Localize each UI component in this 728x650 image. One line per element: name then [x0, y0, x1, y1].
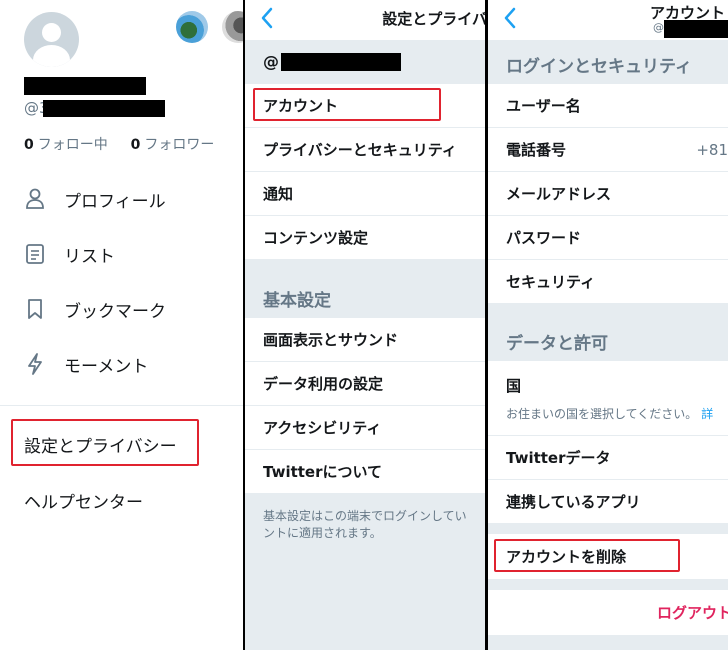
redacted-handle: [664, 20, 728, 38]
basic-settings-note: 基本設定はこの端末でログインしてい ントに適用されます。: [263, 509, 467, 540]
following-stat[interactable]: 0 フォロー中: [24, 137, 108, 153]
other-account-avatar[interactable]: [222, 11, 243, 43]
highlight-box: [494, 539, 680, 572]
account-item-twitter-data[interactable]: Twitterデータ: [488, 436, 728, 480]
help-center-link[interactable]: ヘルプセンター: [24, 488, 143, 513]
side-menu-panel: @3 0 フォロー中 0 フォロワー プロフィール リスト ブックマーク モーメント…: [0, 0, 243, 650]
bookmark-icon: [24, 298, 46, 320]
section-header-data: データと許可: [506, 334, 608, 354]
settings-item-notifications[interactable]: 通知: [245, 172, 485, 216]
settings-panel: 設定とプライバ @ アカウント プライバシーとセキュリティ 通知 コンテンツ設定…: [245, 0, 485, 650]
account-item-password[interactable]: パスワード: [488, 216, 728, 260]
followers-stat[interactable]: 0 フォロワー: [131, 137, 215, 153]
menu-item-profile[interactable]: プロフィール: [24, 185, 166, 213]
lightning-icon: [24, 353, 46, 375]
section-header-login: ログインとセキュリティ: [506, 57, 692, 77]
account-panel: アカウント @ ログインとセキュリティ ユーザー名 電話番号 +81 メールアド…: [488, 0, 728, 650]
back-chevron-icon[interactable]: [502, 6, 518, 30]
settings-item-privacy[interactable]: プライバシーとセキュリティ: [245, 128, 485, 172]
highlight-box: [253, 88, 441, 121]
logout-button[interactable]: ログアウト: [488, 590, 728, 636]
nav-bar: 設定とプライバ: [245, 0, 485, 40]
redacted-handle: [43, 100, 165, 117]
person-icon: [24, 188, 46, 210]
redacted-handle: [281, 53, 401, 71]
highlight-box: [11, 419, 199, 466]
account-item-connected-apps[interactable]: 連携しているアプリ: [488, 480, 728, 524]
settings-item-data-usage[interactable]: データ利用の設定: [245, 362, 485, 406]
account-item-security[interactable]: セキュリティ: [488, 260, 728, 304]
menu-item-moments[interactable]: モーメント: [24, 350, 148, 378]
profile-avatar[interactable]: [24, 12, 79, 67]
section-header-basic: 基本設定: [263, 291, 331, 311]
settings-item-about[interactable]: Twitterについて: [245, 450, 485, 494]
follow-stats: 0 フォロー中 0 フォロワー: [24, 134, 214, 154]
settings-item-accessibility[interactable]: アクセシビリティ: [245, 406, 485, 450]
menu-item-bookmarks[interactable]: ブックマーク: [24, 295, 166, 323]
menu-divider: [0, 405, 243, 406]
menu-item-lists[interactable]: リスト: [24, 240, 115, 268]
other-account-avatar[interactable]: [176, 11, 208, 43]
account-item-country[interactable]: 国 お住まいの国を選択してください。詳: [488, 361, 728, 436]
account-handle: @: [653, 21, 664, 34]
account-item-email[interactable]: メールアドレス: [488, 172, 728, 216]
settings-item-display[interactable]: 画面表示とサウンド: [245, 318, 485, 362]
account-handle: @: [263, 52, 279, 71]
country-note: お住まいの国を選択してください。詳: [506, 407, 714, 421]
phone-value: +81: [696, 140, 728, 159]
redacted-display-name: [24, 77, 146, 95]
nav-bar: アカウント @: [488, 0, 728, 40]
account-item-username[interactable]: ユーザー名: [488, 84, 728, 128]
back-chevron-icon[interactable]: [259, 6, 275, 30]
page-title: 設定とプライバ: [382, 10, 485, 28]
list-icon: [24, 243, 46, 265]
details-link[interactable]: 詳: [701, 407, 713, 421]
settings-item-content[interactable]: コンテンツ設定: [245, 216, 485, 260]
account-item-phone[interactable]: 電話番号 +81: [488, 128, 728, 172]
